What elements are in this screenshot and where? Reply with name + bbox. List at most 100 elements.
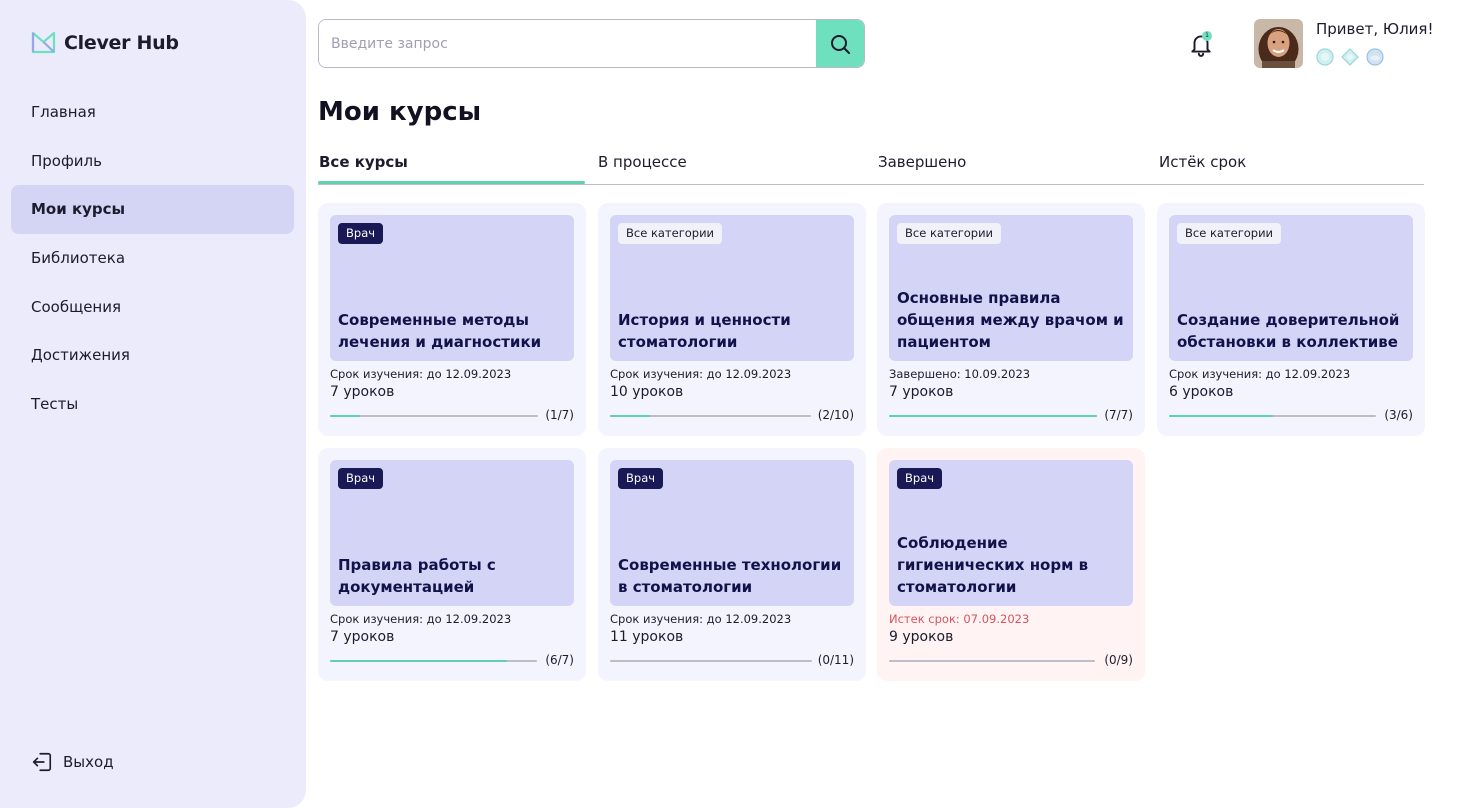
course-progress-bar xyxy=(1169,415,1376,417)
logout-button[interactable]: Выход xyxy=(31,751,114,773)
search-icon xyxy=(831,34,850,54)
course-title: Современные методы лечения и диагностики xyxy=(338,311,542,351)
sidebar-item-library[interactable]: Библиотека xyxy=(11,234,294,283)
course-cover: Врач Соблюдение гигиенических норм в сто… xyxy=(889,460,1133,606)
course-card[interactable]: Все категории История и ценности стомато… xyxy=(598,203,866,436)
sidebar-item-label: Сообщения xyxy=(31,297,122,316)
course-cover: Все категории Основные правила общения м… xyxy=(889,215,1133,361)
search-button[interactable] xyxy=(816,20,864,67)
course-lessons: 10 уроков xyxy=(610,384,684,400)
course-title: Создание доверительной обстановки в колл… xyxy=(1177,311,1400,351)
sidebar-item-label: Тесты xyxy=(31,394,79,413)
course-lessons: 6 уроков xyxy=(1169,384,1234,400)
sidebar-item-home[interactable]: Главная xyxy=(11,88,294,137)
tab-label: В процессе xyxy=(598,153,687,171)
sidebar-item-my-courses[interactable]: Мои курсы xyxy=(11,185,294,234)
sidebar-item-label: Профиль xyxy=(31,151,102,170)
course-deadline: Срок изучения: до 12.09.2023 xyxy=(1169,367,1351,381)
progress-label: (2/10) xyxy=(817,408,854,422)
tab-label: Завершено xyxy=(878,153,967,171)
tab-all-courses[interactable]: Все курсы xyxy=(319,153,408,184)
course-cover: Врач Правила работы с документацией xyxy=(330,460,574,606)
category-chip: Все категории xyxy=(1177,223,1282,244)
sidebar-item-profile[interactable]: Профиль xyxy=(11,137,294,186)
course-card[interactable]: Врач Правила работы с документацией Срок… xyxy=(318,448,586,681)
progress-fill xyxy=(610,415,651,417)
tab-label: Истёк срок xyxy=(1159,153,1247,171)
tab-completed[interactable]: Завершено xyxy=(878,153,966,184)
search-bar xyxy=(318,19,865,68)
progress-label: (0/11) xyxy=(817,653,854,667)
course-cover: Все категории Создание доверительной обс… xyxy=(1169,215,1413,361)
course-title: Соблюдение гигиенических норм в стоматол… xyxy=(897,534,1089,596)
category-chip: Все категории xyxy=(897,223,1002,244)
badge-diamond-icon[interactable] xyxy=(1340,47,1360,67)
course-card[interactable]: Все категории Создание доверительной обс… xyxy=(1157,203,1425,436)
progress-label: (7/7) xyxy=(1104,408,1133,422)
tab-label: Все курсы xyxy=(319,153,408,171)
active-tab-indicator xyxy=(318,181,585,184)
course-cover: Врач Современные методы лечения и диагно… xyxy=(330,215,574,361)
category-chip: Врач xyxy=(897,468,943,489)
progress-fill xyxy=(1169,415,1273,417)
course-lessons: 9 уроков xyxy=(889,629,954,645)
course-progress-bar xyxy=(889,660,1095,662)
sidebar-item-label: Библиотека xyxy=(31,249,126,268)
course-card[interactable]: Все категории Основные правила общения м… xyxy=(877,203,1145,436)
sidebar-item-messages[interactable]: Сообщения xyxy=(11,282,294,331)
sidebar-nav: Главная Профиль Мои курсы Библиотека Соо… xyxy=(11,88,294,428)
tab-expired[interactable]: Истёк срок xyxy=(1159,153,1246,184)
page-title: Мои курсы xyxy=(318,97,482,127)
course-progress-bar xyxy=(610,415,811,417)
sidebar-item-label: Мои курсы xyxy=(31,200,126,219)
avatar[interactable] xyxy=(1254,19,1303,68)
progress-fill xyxy=(330,660,508,662)
logo[interactable]: Clever Hub xyxy=(31,30,179,55)
progress-label: (6/7) xyxy=(545,653,574,667)
course-title: Основные правила общения между врачом и … xyxy=(897,289,1124,351)
user-greeting: Привет, Юлия! xyxy=(1316,20,1434,38)
course-card[interactable]: Врач Современные технологии в стоматолог… xyxy=(598,448,866,681)
course-progress-bar xyxy=(889,415,1097,417)
course-title: Современные технологии в стоматологии xyxy=(618,556,842,596)
logo-text: Clever Hub xyxy=(64,31,179,54)
badge-cloud-icon[interactable] xyxy=(1365,47,1385,67)
category-chip: Врач xyxy=(338,468,384,489)
notification-badge: 1 xyxy=(1202,31,1212,41)
sidebar: Clever Hub Главная Профиль Мои курсы Биб… xyxy=(0,0,306,808)
notifications-button[interactable]: 1 xyxy=(1188,31,1214,57)
progress-fill xyxy=(330,415,360,417)
achievement-badges xyxy=(1315,47,1385,67)
sidebar-item-tests[interactable]: Тесты xyxy=(11,380,294,429)
course-lessons: 7 уроков xyxy=(889,384,954,400)
course-progress-bar xyxy=(610,660,812,662)
progress-label: (1/7) xyxy=(545,408,574,422)
logout-icon xyxy=(32,752,52,772)
category-chip: Все категории xyxy=(618,223,723,244)
avatar-photo xyxy=(1254,19,1303,68)
course-deadline: Завершено: 10.09.2023 xyxy=(889,367,1031,381)
course-lessons: 7 уроков xyxy=(330,384,395,400)
logout-label: Выход xyxy=(63,753,114,771)
course-deadline: Срок изучения: до 12.09.2023 xyxy=(330,612,512,626)
course-cover: Врач Современные технологии в стоматолог… xyxy=(610,460,854,606)
course-progress-bar xyxy=(330,660,537,662)
badge-icon[interactable] xyxy=(1315,47,1335,67)
course-lessons: 7 уроков xyxy=(330,629,395,645)
course-lessons: 11 уроков xyxy=(610,629,684,645)
course-deadline: Срок изучения: до 12.09.2023 xyxy=(610,367,792,381)
course-card-expired[interactable]: Врач Соблюдение гигиенических норм в сто… xyxy=(877,448,1145,681)
progress-fill xyxy=(889,415,1097,417)
course-title: История и ценности стоматологии xyxy=(618,311,791,351)
course-tabs: Все курсы В процессе Завершено Истёк сро… xyxy=(318,147,1424,185)
course-deadline: Срок изучения: до 12.09.2023 xyxy=(330,367,512,381)
sidebar-item-label: Достижения xyxy=(31,346,130,365)
course-card[interactable]: Врач Современные методы лечения и диагно… xyxy=(318,203,586,436)
sidebar-item-achievements[interactable]: Достижения xyxy=(11,331,294,380)
course-deadline-expired: Истек срок: 07.09.2023 xyxy=(889,612,1030,626)
course-progress-bar xyxy=(330,415,538,417)
category-chip: Врач xyxy=(338,223,384,244)
tab-in-progress[interactable]: В процессе xyxy=(598,153,687,184)
search-input[interactable] xyxy=(319,20,816,67)
category-chip: Врач xyxy=(618,468,664,489)
